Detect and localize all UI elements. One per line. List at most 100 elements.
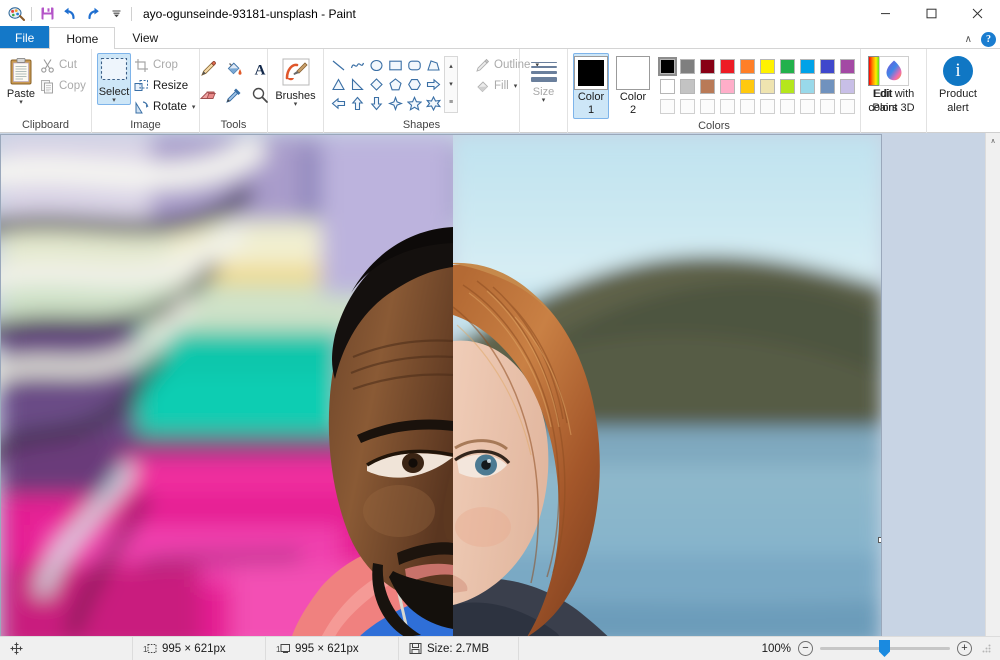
rotate-label: Rotate: [153, 101, 187, 113]
shape-rounded-rectangle-icon[interactable]: [405, 56, 424, 75]
copy-button[interactable]: Copy: [37, 76, 92, 96]
shape-five-point-star-icon[interactable]: [405, 94, 424, 113]
palette-swatch-r3-c3[interactable]: [697, 96, 717, 116]
scroll-up-icon[interactable]: ∧: [986, 133, 1000, 149]
palette-swatch-r1-c8[interactable]: [797, 56, 817, 76]
shape-line-icon[interactable]: [329, 56, 348, 75]
palette-swatch-r1-c6[interactable]: [757, 56, 777, 76]
edit-with-paint3d-button[interactable]: Edit with Paint 3D: [866, 53, 921, 115]
shape-rectangle-icon[interactable]: [386, 56, 405, 75]
palette-swatch-r3-c5[interactable]: [737, 96, 757, 116]
paste-button[interactable]: Paste ▾: [5, 53, 37, 107]
resize-button[interactable]: Resize: [131, 76, 201, 96]
palette-swatch-r2-c7[interactable]: [777, 76, 797, 96]
palette-swatch-r3-c4[interactable]: [717, 96, 737, 116]
palette-swatch-r2-c5[interactable]: [737, 76, 757, 96]
zoom-in-button[interactable]: +: [957, 641, 972, 656]
select-caret-icon[interactable]: ▾: [112, 97, 116, 104]
crop-button[interactable]: Crop: [131, 55, 201, 75]
canvas-resize-handle-right[interactable]: [878, 537, 881, 543]
palette-swatch-r3-c1[interactable]: [657, 96, 677, 116]
redo-icon[interactable]: [82, 3, 104, 25]
shape-polygon-icon[interactable]: [424, 56, 443, 75]
customize-qat-icon[interactable]: [105, 3, 127, 25]
paste-caret-icon[interactable]: ▾: [19, 99, 23, 106]
fill-with-color-tool-icon[interactable]: [221, 56, 247, 82]
maximize-button[interactable]: [908, 0, 954, 27]
palette-swatch-r3-c9[interactable]: [817, 96, 837, 116]
palette-swatch-r1-c10[interactable]: [837, 56, 857, 76]
palette-swatch-r3-c8[interactable]: [797, 96, 817, 116]
palette-swatch-r3-c2[interactable]: [677, 96, 697, 116]
image-canvas[interactable]: [1, 135, 881, 636]
eraser-tool-icon[interactable]: [195, 82, 221, 108]
palette-swatch-r1-c2[interactable]: [677, 56, 697, 76]
shape-six-point-star-icon[interactable]: [424, 94, 443, 113]
shape-up-arrow-icon[interactable]: [348, 94, 367, 113]
canvas-area[interactable]: [0, 133, 985, 636]
color2-button[interactable]: Color 2: [615, 53, 651, 119]
brushes-caret-icon[interactable]: ▾: [294, 101, 298, 108]
shape-pentagon-icon[interactable]: [386, 75, 405, 94]
palette-swatch-r3-c10[interactable]: [837, 96, 857, 116]
zoom-slider-handle[interactable]: [879, 640, 890, 657]
palette-swatch-r2-c8[interactable]: [797, 76, 817, 96]
palette-swatch-r1-c5[interactable]: [737, 56, 757, 76]
undo-icon[interactable]: [59, 3, 81, 25]
shapes-scroll-down-icon[interactable]: ▾: [445, 75, 457, 93]
shapes-scroll-up-icon[interactable]: ▴: [445, 57, 457, 75]
shape-right-triangle-icon[interactable]: [348, 75, 367, 94]
brushes-button[interactable]: Brushes ▾: [273, 53, 318, 109]
minimize-button[interactable]: [862, 0, 908, 27]
zoom-slider-track[interactable]: [820, 647, 950, 650]
select-button[interactable]: Select ▾: [97, 53, 131, 105]
resize-grip-icon[interactable]: [981, 643, 992, 654]
tab-view[interactable]: View: [115, 26, 175, 48]
palette-swatch-r1-c3[interactable]: [697, 56, 717, 76]
palette-swatch-r2-c2[interactable]: [677, 76, 697, 96]
palette-swatch-r1-c1[interactable]: [657, 56, 677, 76]
help-icon[interactable]: ?: [981, 32, 996, 47]
product-alert-button[interactable]: i Product alert: [932, 53, 984, 115]
size-button[interactable]: Size ▾: [525, 53, 563, 105]
zoom-out-button[interactable]: −: [798, 641, 813, 656]
color-palette[interactable]: [657, 53, 857, 116]
tab-file[interactable]: File: [0, 26, 49, 48]
shape-right-arrow-icon[interactable]: [424, 75, 443, 94]
palette-swatch-r2-c1[interactable]: [657, 76, 677, 96]
palette-swatch-r3-c7[interactable]: [777, 96, 797, 116]
cut-button[interactable]: Cut: [37, 55, 92, 75]
palette-swatch-r1-c7[interactable]: [777, 56, 797, 76]
fill-caret-icon[interactable]: ▾: [514, 82, 518, 90]
color-picker-tool-icon[interactable]: [221, 82, 247, 108]
palette-swatch-r2-c10[interactable]: [837, 76, 857, 96]
rotate-button[interactable]: Rotate ▾: [131, 97, 201, 117]
palette-swatch-r1-c9[interactable]: [817, 56, 837, 76]
palette-swatch-r2-c4[interactable]: [717, 76, 737, 96]
collapse-ribbon-icon[interactable]: ∧: [962, 34, 975, 45]
save-icon[interactable]: [36, 3, 58, 25]
tab-home[interactable]: Home: [49, 27, 115, 49]
shapes-scrollbar[interactable]: ▴ ▾ ≡: [444, 56, 458, 113]
shapes-more-icon[interactable]: ≡: [445, 94, 457, 112]
palette-swatch-r2-c3[interactable]: [697, 76, 717, 96]
close-button[interactable]: [954, 0, 1000, 27]
palette-swatch-r2-c9[interactable]: [817, 76, 837, 96]
shape-left-arrow-icon[interactable]: [329, 94, 348, 113]
shape-triangle-icon[interactable]: [329, 75, 348, 94]
shape-diamond-icon[interactable]: [367, 75, 386, 94]
paint-app-icon[interactable]: [5, 3, 27, 25]
shape-hexagon-icon[interactable]: [405, 75, 424, 94]
scrollbar-track[interactable]: [986, 149, 1000, 636]
size-caret-icon[interactable]: ▾: [542, 97, 546, 104]
vertical-scrollbar[interactable]: ∧: [985, 133, 1000, 636]
color1-button[interactable]: Color 1: [573, 53, 609, 119]
shape-four-point-star-icon[interactable]: [386, 94, 405, 113]
shape-curve-icon[interactable]: [348, 56, 367, 75]
shape-down-arrow-icon[interactable]: [367, 94, 386, 113]
palette-swatch-r2-c6[interactable]: [757, 76, 777, 96]
palette-swatch-r3-c6[interactable]: [757, 96, 777, 116]
palette-swatch-r1-c4[interactable]: [717, 56, 737, 76]
pencil-tool-icon[interactable]: [195, 56, 221, 82]
shape-oval-icon[interactable]: [367, 56, 386, 75]
